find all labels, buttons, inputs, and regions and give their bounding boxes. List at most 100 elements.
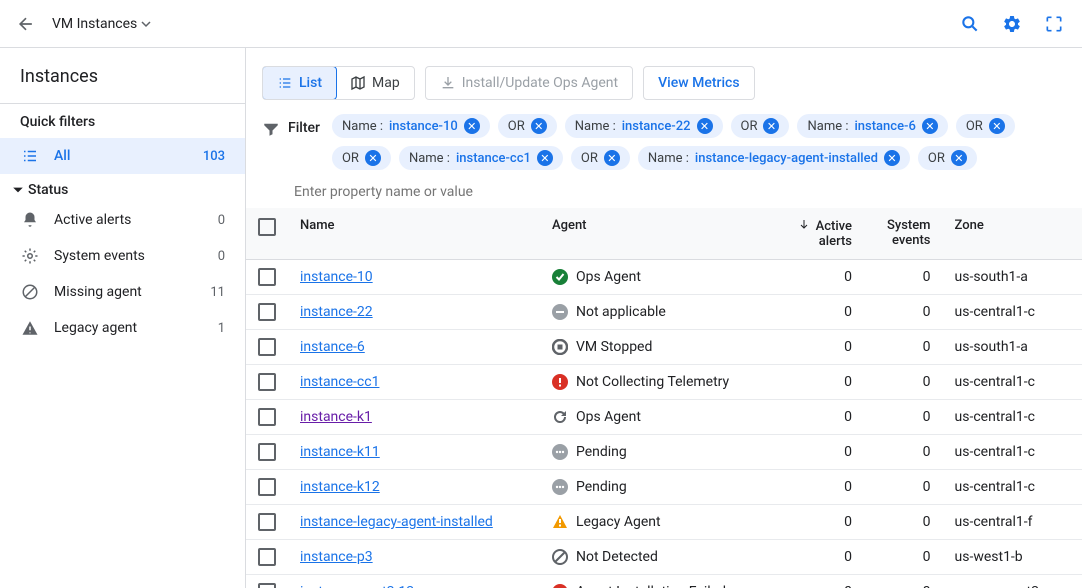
- row-checkbox[interactable]: [258, 583, 276, 588]
- download-icon: [440, 75, 456, 91]
- error-red-icon: [552, 584, 568, 588]
- view-metrics-button[interactable]: View Metrics: [643, 66, 754, 100]
- quick-filters-heading: Quick filters: [0, 104, 245, 138]
- remove-chip-icon[interactable]: ✕: [951, 150, 967, 166]
- page-title: Instances: [0, 48, 245, 103]
- agent-status-text: Agent Installation Failed: [576, 584, 726, 588]
- instance-name-link[interactable]: instance-cc1: [300, 374, 379, 390]
- agent-status-text: Not Collecting Telemetry: [576, 374, 729, 390]
- gear-badge-icon: [20, 246, 40, 266]
- stop-gray-icon: [552, 339, 568, 355]
- filter-active-alerts[interactable]: Active alerts 0: [0, 202, 245, 238]
- col-active-alerts[interactable]: Active alerts: [774, 208, 864, 260]
- filter-all[interactable]: All 103: [0, 138, 245, 174]
- filter-label: Filter: [288, 114, 324, 136]
- filter-chip-or[interactable]: OR ✕: [498, 114, 557, 138]
- row-checkbox[interactable]: [258, 478, 276, 496]
- select-all-checkbox[interactable]: [258, 218, 276, 236]
- filter-count: 0: [218, 213, 225, 228]
- filter-chip-or[interactable]: OR ✕: [332, 146, 391, 170]
- breadcrumb-dropdown[interactable]: VM Instances: [52, 16, 151, 32]
- filter-missing-agent[interactable]: Missing agent 11: [0, 274, 245, 310]
- col-zone[interactable]: Zone: [943, 208, 1082, 260]
- filter-label: Missing agent: [54, 284, 196, 300]
- col-system-events[interactable]: System events: [864, 208, 943, 260]
- remove-chip-icon[interactable]: ✕: [537, 150, 553, 166]
- row-checkbox[interactable]: [258, 373, 276, 391]
- slash-circle-icon: [20, 282, 40, 302]
- filter-chip-or[interactable]: OR ✕: [571, 146, 630, 170]
- instance-name-link[interactable]: instance-legacy-agent-installed: [300, 514, 493, 530]
- instance-name-link[interactable]: instance-k1: [300, 409, 372, 425]
- col-name[interactable]: Name: [288, 208, 540, 260]
- agent-status-text: Not applicable: [576, 304, 666, 320]
- row-checkbox[interactable]: [258, 443, 276, 461]
- instances-table-wrap[interactable]: Name Agent Active alerts System: [246, 208, 1082, 588]
- install-ops-agent-button[interactable]: Install/Update Ops Agent: [425, 66, 633, 100]
- zone-value: us-central1-c: [943, 295, 1082, 330]
- instance-name-link[interactable]: instance-10: [300, 269, 373, 285]
- row-checkbox[interactable]: [258, 548, 276, 566]
- back-button[interactable]: [16, 14, 36, 34]
- dots-gray-icon: [552, 479, 568, 495]
- active-alerts-value: 0: [774, 435, 864, 470]
- filter-system-events[interactable]: System events 0: [0, 238, 245, 274]
- main-content: List Map Install/Update Ops Agent View M…: [246, 48, 1082, 588]
- search-icon[interactable]: [958, 12, 982, 36]
- filter-chip[interactable]: Name : instance-6 ✕: [797, 114, 947, 138]
- filter-chip-or[interactable]: OR ✕: [731, 114, 790, 138]
- table-row: instance-k12 Pending 0 0 us-central1-c: [246, 470, 1082, 505]
- table-row: instance-cc1 Not Collecting Telemetry 0 …: [246, 365, 1082, 400]
- remove-chip-icon[interactable]: ✕: [604, 150, 620, 166]
- row-checkbox[interactable]: [258, 408, 276, 426]
- active-alerts-value: 0: [774, 470, 864, 505]
- col-agent[interactable]: Agent: [540, 208, 774, 260]
- dots-gray-icon: [552, 444, 568, 460]
- filter-input[interactable]: [294, 184, 594, 200]
- filter-chip[interactable]: Name : instance-legacy-agent-installed ✕: [638, 146, 910, 170]
- agent-status-text: Pending: [576, 479, 627, 495]
- row-checkbox[interactable]: [258, 338, 276, 356]
- filter-chip[interactable]: Name : instance-cc1 ✕: [399, 146, 563, 170]
- remove-chip-icon[interactable]: ✕: [763, 118, 779, 134]
- check-green-icon: [552, 269, 568, 285]
- filter-chips: Name : instance-10 ✕ OR ✕ Name : instance-…: [332, 114, 1066, 170]
- remove-chip-icon[interactable]: ✕: [365, 150, 381, 166]
- table-row: instance-k11 Pending 0 0 us-central1-c: [246, 435, 1082, 470]
- list-view-button[interactable]: List: [262, 66, 337, 100]
- remove-chip-icon[interactable]: ✕: [697, 118, 713, 134]
- instance-name-link[interactable]: instance-22: [300, 304, 373, 320]
- filter-chip[interactable]: Name : instance-10 ✕: [332, 114, 490, 138]
- remove-chip-icon[interactable]: ✕: [884, 150, 900, 166]
- table-row: instance-10 Ops Agent 0 0 us-south1-a: [246, 260, 1082, 295]
- settings-icon[interactable]: [1000, 12, 1024, 36]
- filter-legacy-agent[interactable]: Legacy agent 1: [0, 310, 245, 346]
- map-view-button[interactable]: Map: [336, 67, 414, 99]
- map-icon: [350, 75, 366, 91]
- row-checkbox[interactable]: [258, 268, 276, 286]
- filter-count: 11: [210, 285, 225, 300]
- remove-chip-icon[interactable]: ✕: [464, 118, 480, 134]
- instance-name-link[interactable]: instance-6: [300, 339, 365, 355]
- warning-orange-icon: [552, 514, 568, 530]
- agent-status-text: Pending: [576, 444, 627, 460]
- remove-chip-icon[interactable]: ✕: [531, 118, 547, 134]
- filter-chip-or[interactable]: OR ✕: [956, 114, 1015, 138]
- fullscreen-icon[interactable]: [1042, 12, 1066, 36]
- instance-name-link[interactable]: instance-k11: [300, 444, 380, 460]
- remove-chip-icon[interactable]: ✕: [922, 118, 938, 134]
- instance-name-link[interactable]: instance-west2-12: [300, 584, 414, 588]
- instance-name-link[interactable]: instance-k12: [300, 479, 380, 495]
- zone-value: europe-west2-a: [943, 575, 1082, 588]
- table-row: instance-legacy-agent-installed Legacy A…: [246, 505, 1082, 540]
- table-row: instance-p3 Not Detected 0 0 us-west1-b: [246, 540, 1082, 575]
- row-checkbox[interactable]: [258, 513, 276, 531]
- remove-chip-icon[interactable]: ✕: [989, 118, 1005, 134]
- active-alerts-value: 0: [774, 295, 864, 330]
- instance-name-link[interactable]: instance-p3: [300, 549, 373, 565]
- status-group-header[interactable]: Status: [0, 174, 245, 202]
- row-checkbox[interactable]: [258, 303, 276, 321]
- filter-chip-or[interactable]: OR ✕: [918, 146, 977, 170]
- filter-chip[interactable]: Name : instance-22 ✕: [565, 114, 723, 138]
- chevron-down-icon: [12, 184, 24, 196]
